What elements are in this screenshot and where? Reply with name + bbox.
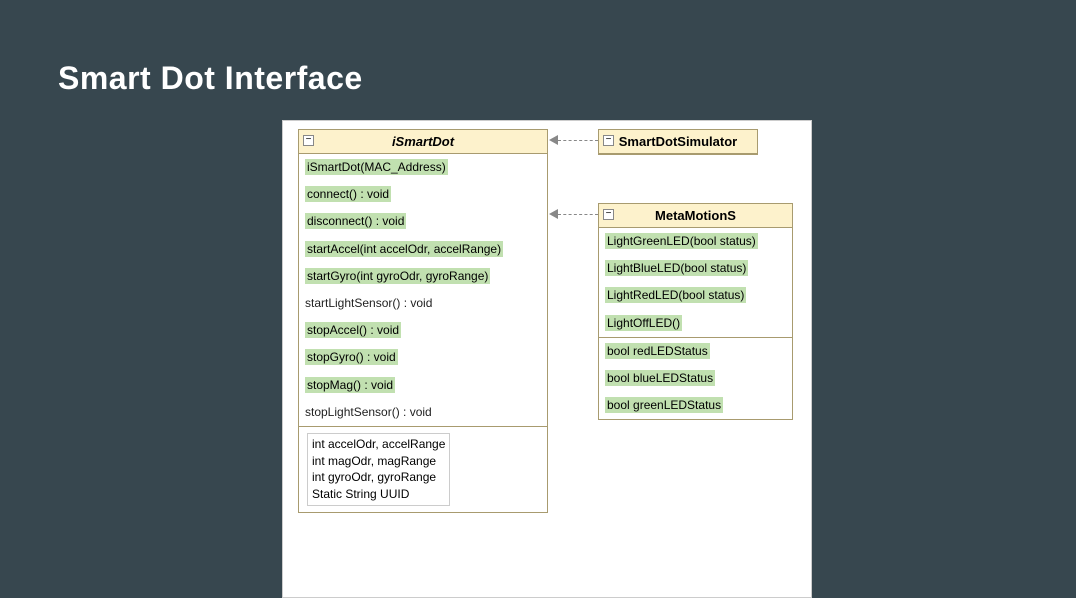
method-item: LightOffLED()	[599, 310, 792, 337]
arrowhead-icon	[549, 209, 558, 219]
method-item: stopGyro() : void	[299, 344, 547, 371]
attribute-item: Static String UUID	[312, 486, 445, 503]
uml-diagram: − iSmartDot iSmartDot(MAC_Address) conne…	[282, 120, 812, 598]
method-item: stopMag() : void	[299, 372, 547, 399]
method-item: startAccel(int accelOdr, accelRange)	[299, 236, 547, 263]
method-item: LightGreenLED(bool status)	[599, 228, 792, 255]
class-header-ismartdot: − iSmartDot	[299, 130, 547, 154]
class-metamotions: − MetaMotionS LightGreenLED(bool status)…	[598, 203, 793, 420]
slide-title: Smart Dot Interface	[58, 60, 363, 97]
connector	[558, 140, 598, 141]
class-ismartdot: − iSmartDot iSmartDot(MAC_Address) conne…	[298, 129, 548, 513]
class-header-metamotion: − MetaMotionS	[599, 204, 792, 228]
method-item: LightBlueLED(bool status)	[599, 255, 792, 282]
method-item: startGyro(int gyroOdr, gyroRange)	[299, 263, 547, 290]
collapse-icon[interactable]: −	[603, 135, 614, 146]
method-item: disconnect() : void	[299, 208, 547, 235]
field-item: bool blueLEDStatus	[599, 365, 792, 392]
attributes-section: int accelOdr, accelRange int magOdr, mag…	[299, 427, 547, 512]
field-item: bool greenLEDStatus	[599, 392, 792, 419]
methods-section: iSmartDot(MAC_Address) connect() : void …	[299, 154, 547, 427]
method-item: stopLightSensor() : void	[299, 399, 547, 426]
methods-section: LightGreenLED(bool status) LightBlueLED(…	[599, 228, 792, 338]
attribute-item: int gyroOdr, gyroRange	[312, 469, 445, 486]
attribute-item: int magOdr, magRange	[312, 453, 445, 470]
class-header-simulator: − SmartDotSimulator	[599, 130, 757, 154]
method-item: LightRedLED(bool status)	[599, 282, 792, 309]
method-item: stopAccel() : void	[299, 317, 547, 344]
collapse-icon[interactable]: −	[603, 209, 614, 220]
fields-section: bool redLEDStatus bool blueLEDStatus boo…	[599, 338, 792, 420]
field-item: bool redLEDStatus	[599, 338, 792, 365]
collapse-icon[interactable]: −	[303, 135, 314, 146]
arrowhead-icon	[549, 135, 558, 145]
method-item: startLightSensor() : void	[299, 290, 547, 317]
connector	[558, 214, 598, 215]
class-smartdotsimulator: − SmartDotSimulator	[598, 129, 758, 155]
method-item: connect() : void	[299, 181, 547, 208]
attribute-item: int accelOdr, accelRange	[312, 436, 445, 453]
method-item: iSmartDot(MAC_Address)	[299, 154, 547, 181]
